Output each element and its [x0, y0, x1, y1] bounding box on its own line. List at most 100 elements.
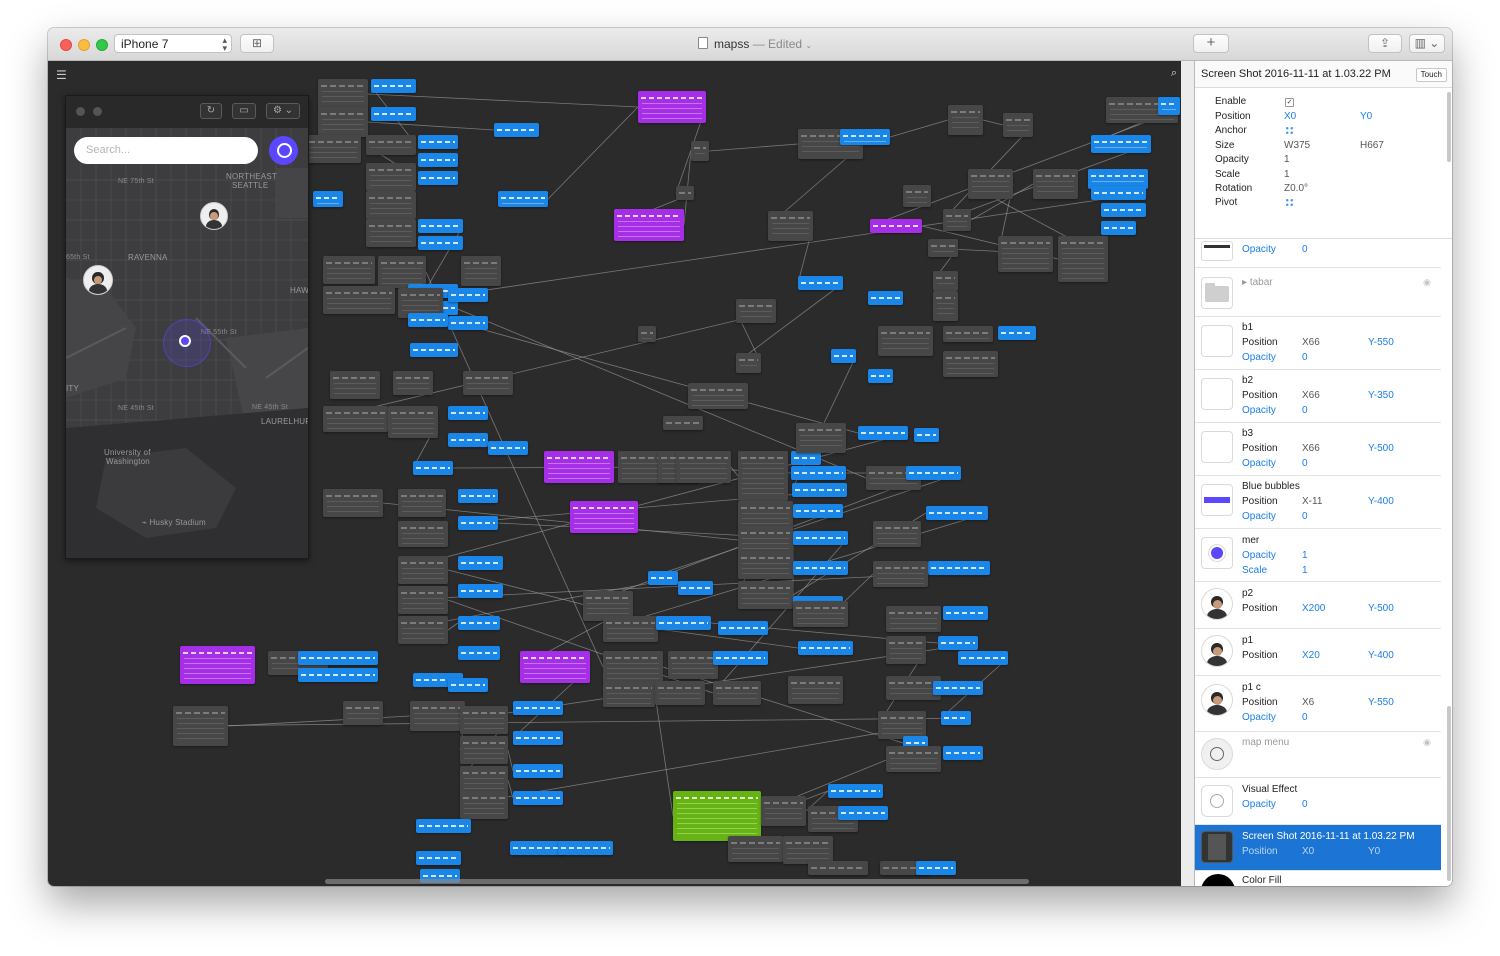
patch-node[interactable] [318, 107, 368, 137]
patch-node[interactable] [793, 504, 843, 518]
patch-node[interactable] [366, 191, 416, 219]
patch-node[interactable] [948, 105, 983, 135]
patch-node[interactable] [638, 91, 706, 123]
patch-node[interactable] [448, 288, 488, 302]
patch-node[interactable] [458, 616, 500, 630]
patch-node[interactable] [796, 423, 846, 453]
patch-node[interactable] [678, 581, 713, 595]
patch-node[interactable] [788, 676, 843, 704]
layer-opacity-value[interactable]: 0 [1302, 244, 1308, 255]
patch-node[interactable] [886, 746, 941, 772]
b2-position-x[interactable]: X66 [1302, 390, 1320, 401]
p2-position-x[interactable]: X200 [1302, 603, 1325, 614]
patch-node[interactable] [676, 451, 731, 483]
patch-node[interactable] [738, 551, 793, 579]
patch-node[interactable] [318, 79, 368, 109]
patch-node[interactable] [761, 796, 806, 826]
patch-node[interactable] [513, 701, 563, 715]
patch-node[interactable] [513, 764, 563, 778]
patch-node[interactable] [458, 646, 500, 660]
patch-node[interactable] [448, 678, 488, 692]
patch-node[interactable] [916, 861, 956, 875]
patch-node[interactable] [943, 209, 971, 231]
patch-node[interactable] [792, 483, 847, 497]
patch-node[interactable] [488, 441, 528, 455]
patch-node[interactable] [1091, 186, 1146, 200]
patch-node[interactable] [1101, 203, 1146, 217]
patch-node[interactable] [494, 123, 539, 137]
layer-list-scrollbar[interactable] [1447, 706, 1451, 881]
b1-opacity-value[interactable]: 0 [1302, 352, 1308, 363]
patch-node[interactable] [1003, 113, 1033, 137]
patch-node[interactable] [614, 209, 684, 241]
pivot-picker-icon[interactable] [1285, 198, 1294, 207]
patch-node[interactable] [728, 836, 783, 862]
patch-node[interactable] [858, 426, 908, 440]
mer-opacity-value[interactable]: 1 [1302, 550, 1308, 561]
zoom-window-button[interactable] [96, 39, 108, 51]
current-location-marker[interactable] [179, 335, 191, 347]
patch-node[interactable] [461, 256, 501, 286]
patch-node[interactable] [738, 451, 788, 501]
b2-opacity-value[interactable]: 0 [1302, 405, 1308, 416]
record-icon[interactable]: ▭ [232, 103, 256, 119]
share-button[interactable]: ⇪ [1368, 34, 1402, 53]
refresh-icon[interactable]: ↻ [200, 103, 222, 119]
b3-position-x[interactable]: X66 [1302, 443, 1320, 454]
p1-position-x[interactable]: X20 [1302, 650, 1320, 661]
patch-node[interactable] [323, 256, 375, 284]
patch-node[interactable] [603, 616, 658, 642]
patch-node[interactable] [663, 416, 703, 430]
prop-position-y[interactable]: Y0 [1360, 111, 1372, 122]
prop-rotation-value[interactable]: Z0.0° [1284, 183, 1308, 194]
patch-node[interactable] [943, 746, 983, 760]
toggle-viewer-button[interactable]: ⊞ [240, 34, 274, 53]
patch-node[interactable] [366, 219, 416, 247]
patch-node[interactable] [416, 851, 461, 865]
patch-node[interactable] [418, 171, 458, 185]
patch-editor-canvas[interactable]: ☰ ⌕ ↻ ▭ ⚙ ⌄ NE 75th St NORTHEAST SEATTLE… [48, 61, 1181, 886]
b2-position-y[interactable]: Y-350 [1368, 390, 1394, 401]
layer-row-map-menu[interactable]: map menu ◉ [1195, 732, 1441, 778]
patch-node[interactable] [513, 731, 563, 745]
patch-node[interactable] [926, 506, 988, 520]
patch-node[interactable] [180, 646, 255, 684]
patch-node[interactable] [914, 428, 939, 442]
patch-node[interactable] [886, 606, 941, 632]
patch-node[interactable] [713, 681, 761, 705]
patch-node[interactable] [903, 185, 931, 207]
patch-node[interactable] [831, 349, 856, 363]
enable-checkbox[interactable]: ✓ [1285, 98, 1294, 107]
screenshot-position-y[interactable]: Y0 [1368, 846, 1380, 857]
patch-node[interactable] [1033, 169, 1078, 199]
patch-node[interactable] [448, 316, 488, 330]
b3-position-y[interactable]: Y-500 [1368, 443, 1394, 454]
patch-node[interactable] [460, 766, 508, 794]
patch-node[interactable] [998, 326, 1036, 340]
eye-icon[interactable]: ◉ [1423, 277, 1431, 288]
patch-node[interactable] [343, 701, 383, 725]
patch-node[interactable] [933, 271, 958, 291]
patch-node[interactable] [1058, 236, 1108, 282]
patch-node[interactable] [398, 616, 448, 644]
patch-node[interactable] [408, 313, 448, 327]
patch-node[interactable] [878, 711, 926, 739]
b3-opacity-value[interactable]: 0 [1302, 458, 1308, 469]
blue-bubbles-opacity-value[interactable]: 0 [1302, 511, 1308, 522]
p1-position-y[interactable]: Y-400 [1368, 650, 1394, 661]
viewer-minimize-button[interactable] [93, 107, 102, 116]
touch-button[interactable]: Touch [1415, 68, 1447, 82]
prop-position-x[interactable]: X0 [1284, 111, 1296, 122]
patch-node[interactable] [1091, 135, 1151, 153]
patch-node[interactable] [460, 791, 508, 819]
patch-node[interactable] [510, 841, 565, 855]
patch-node[interactable] [398, 586, 448, 614]
patch-node[interactable] [828, 784, 883, 798]
layer-row-blue-bubbles[interactable]: Blue bubbles Position X-11 Y-400 Opacity… [1195, 476, 1441, 529]
patch-node[interactable] [366, 135, 416, 155]
patch-node[interactable] [393, 371, 433, 395]
menu-icon[interactable]: ☰ [56, 69, 67, 81]
patch-node[interactable] [968, 169, 1013, 199]
patch-node[interactable] [458, 516, 498, 530]
patch-node[interactable] [410, 701, 465, 731]
